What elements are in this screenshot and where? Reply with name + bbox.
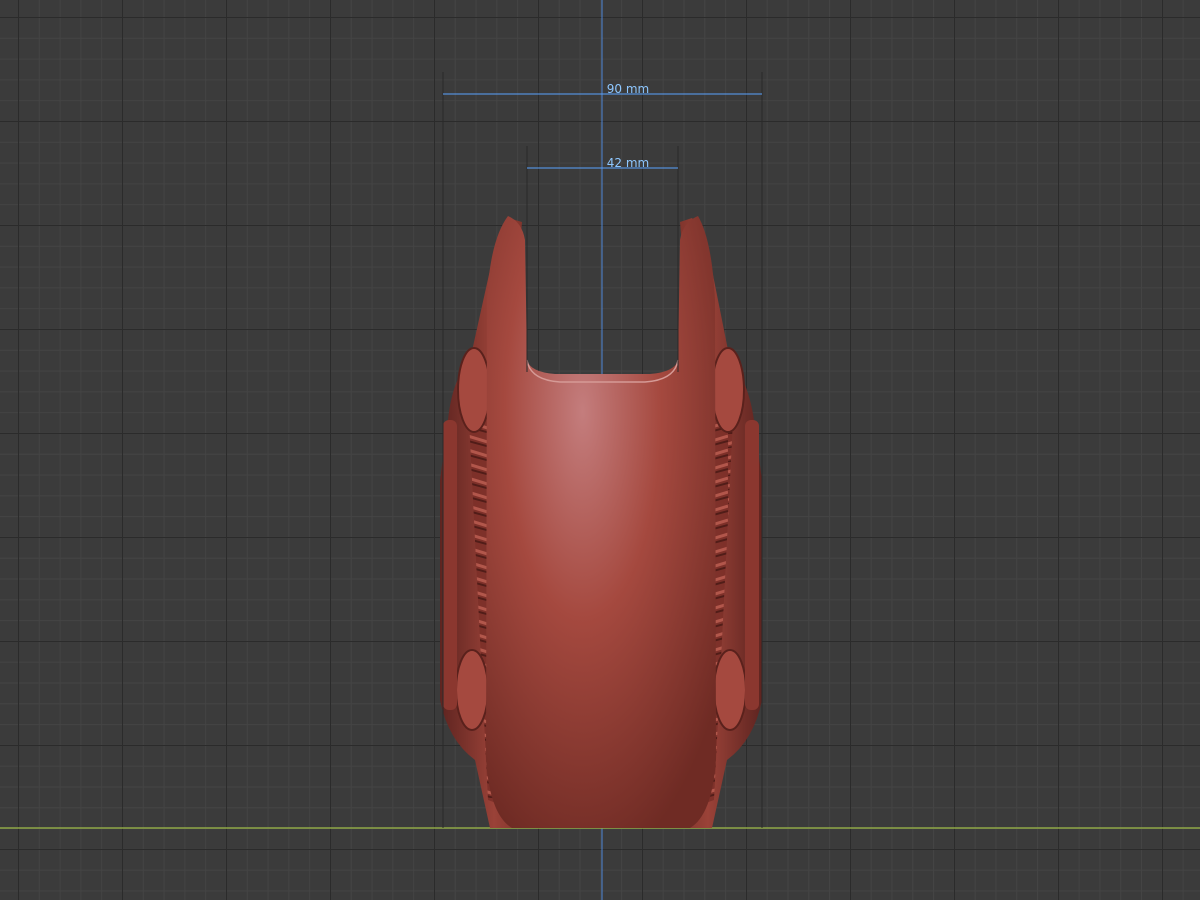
inner-width-label: 42 mm xyxy=(607,156,649,170)
3d-viewport[interactable]: 90 mm 42 mm xyxy=(0,0,1200,900)
right-ornament-top xyxy=(711,347,745,433)
ring-band xyxy=(486,216,716,828)
left-rim xyxy=(443,420,457,710)
right-rim xyxy=(745,420,759,710)
viewport-scene[interactable]: 90 mm 42 mm xyxy=(0,0,1200,900)
left-ornament-bottom xyxy=(455,649,489,731)
ring-model[interactable] xyxy=(440,216,762,828)
left-ornament-top xyxy=(457,347,491,433)
outer-width-label: 90 mm xyxy=(607,82,649,96)
right-ornament-bottom xyxy=(713,649,747,731)
